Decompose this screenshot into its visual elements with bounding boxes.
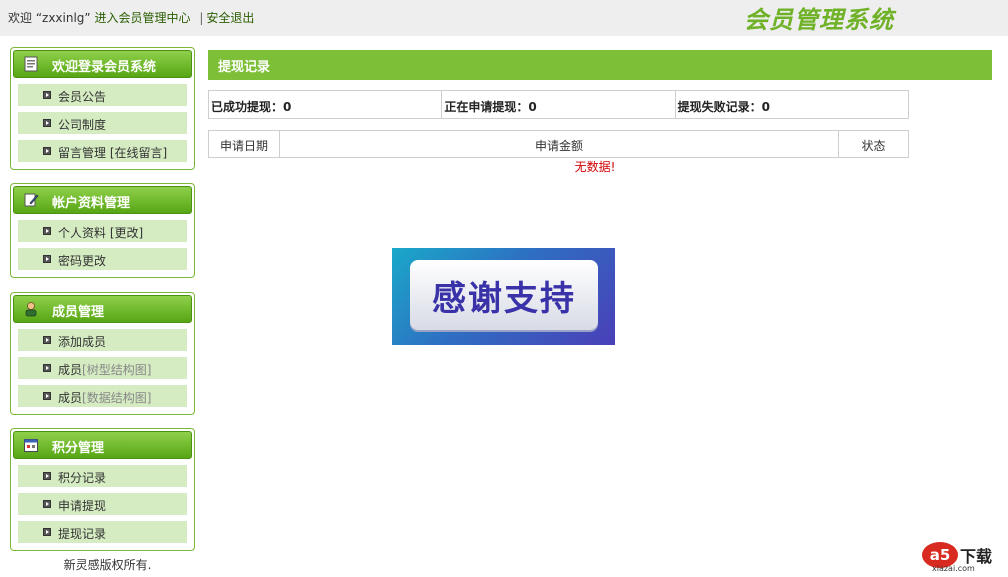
sidebar-item-label: 添加成员 xyxy=(58,335,107,349)
sidebar-item-messages[interactable]: 留言管理 [在线留言] xyxy=(18,140,187,162)
column-header-amount: 申请金额 xyxy=(280,131,839,157)
panel-account-title: 帐户资料管理 xyxy=(52,196,131,211)
page-header-bar: 提现记录 xyxy=(208,50,992,80)
arrow-bullet-icon xyxy=(43,472,51,480)
watermark-site: xiazai.com xyxy=(932,564,975,573)
panel-points-title: 积分管理 xyxy=(52,441,105,456)
arrow-bullet-icon xyxy=(43,528,51,536)
stat-success: 已成功提现：0 xyxy=(209,91,443,118)
welcome-text: 欢迎 “zxxinlg” xyxy=(8,11,91,25)
sidebar-item-label-extra: [树型结构图] xyxy=(82,363,152,377)
arrow-bullet-icon xyxy=(43,119,51,127)
panel-points-header: 积分管理 xyxy=(13,431,192,459)
logout-link[interactable]: 安全退出 xyxy=(206,11,254,25)
calendar-icon xyxy=(22,436,40,454)
empty-message: 无数据! xyxy=(574,160,616,174)
sidebar-item-add-member[interactable]: 添加成员 xyxy=(18,329,187,351)
thanks-banner-plate: 感谢支持 xyxy=(410,260,598,330)
sidebar-item-label: 成员[树型结构图] xyxy=(58,361,151,378)
column-header-date: 申请日期 xyxy=(209,131,280,157)
panel-account: 帐户资料管理 个人资料 [更改] 密码更改 xyxy=(10,183,195,278)
sidebar-item-announcements[interactable]: 会员公告 xyxy=(18,84,187,106)
panel-account-header: 帐户资料管理 xyxy=(13,186,192,214)
panel-welcome-header: 欢迎登录会员系统 xyxy=(13,50,192,78)
sidebar-item-member-data[interactable]: 成员[数据结构图] xyxy=(18,385,187,407)
arrow-bullet-icon xyxy=(43,500,51,508)
page-title: 提现记录 xyxy=(218,60,271,75)
sidebar-item-label: 个人资料 [更改] xyxy=(58,226,144,240)
arrow-bullet-icon xyxy=(43,227,51,235)
arrow-bullet-icon xyxy=(43,364,51,372)
top-bar: 欢迎 “zxxinlg” 进入会员管理中心 | 安全退出 会员管理系统 xyxy=(0,0,1008,36)
sidebar-item-company-policy[interactable]: 公司制度 xyxy=(18,112,187,134)
sidebar-item-label: 提现记录 xyxy=(58,527,107,541)
arrow-bullet-icon xyxy=(43,91,51,99)
welcome-line: 欢迎 “zxxinlg” 进入会员管理中心 | 安全退出 xyxy=(8,9,254,26)
sidebar-item-label-extra: [数据结构图] xyxy=(82,391,152,405)
column-header-status: 状态 xyxy=(861,139,886,153)
stat-pending: 正在申请提现：0 xyxy=(442,91,676,118)
brand-title: 会员管理系统 xyxy=(744,5,894,34)
panel-points: 积分管理 积分记录 申请提现 提现记录 xyxy=(10,428,195,551)
copyright-text: 新灵感版权所有. xyxy=(63,558,152,572)
user-icon xyxy=(22,300,40,318)
document-icon xyxy=(22,55,40,73)
sidebar-item-label-main: 成员 xyxy=(58,363,83,377)
sidebar-item-password[interactable]: 密码更改 xyxy=(18,248,187,270)
sidebar-item-points-records[interactable]: 积分记录 xyxy=(18,465,187,487)
sidebar-item-label: 积分记录 xyxy=(58,471,107,485)
arrow-bullet-icon xyxy=(43,255,51,263)
member-center-link[interactable]: 进入会员管理中心 xyxy=(94,11,190,25)
withdraw-stats: 已成功提现：0 正在申请提现：0 提现失败记录：0 xyxy=(208,90,909,119)
edit-icon xyxy=(22,191,40,209)
arrow-bullet-icon xyxy=(43,147,51,155)
panel-welcome-title: 欢迎登录会员系统 xyxy=(52,60,157,75)
sidebar-item-apply-withdraw[interactable]: 申请提现 xyxy=(18,493,187,515)
arrow-bullet-icon xyxy=(43,392,51,400)
sidebar-item-label: 留言管理 [在线留言] xyxy=(58,146,168,160)
sidebar-item-profile[interactable]: 个人资料 [更改] xyxy=(18,220,187,242)
records-table-header: 申请日期 申请金额 状态 xyxy=(208,130,909,158)
watermark-logo: a5 下载 xiazai.com xyxy=(920,540,1000,574)
sidebar-item-label: 成员[数据结构图] xyxy=(58,389,151,406)
panel-members-title: 成员管理 xyxy=(52,305,105,320)
stat-failed: 提现失败记录：0 xyxy=(677,100,771,114)
thanks-banner: 感谢支持 xyxy=(392,248,615,345)
separator: | xyxy=(199,11,204,25)
sidebar-item-label-main: 成员 xyxy=(58,391,83,405)
panel-members-header: 成员管理 xyxy=(13,295,192,323)
sidebar-item-label: 公司制度 xyxy=(58,118,107,132)
sidebar-item-withdraw-records[interactable]: 提现记录 xyxy=(18,521,187,543)
sidebar-item-label: 会员公告 xyxy=(58,90,107,104)
sidebar-item-label: 申请提现 xyxy=(58,499,107,513)
sidebar-item-member-tree[interactable]: 成员[树型结构图] xyxy=(18,357,187,379)
thanks-banner-text: 感谢支持 xyxy=(432,278,576,319)
sidebar-item-label: 密码更改 xyxy=(58,254,107,268)
panel-members: 成员管理 添加成员 成员[树型结构图] 成员[数据结构图] xyxy=(10,292,195,415)
arrow-bullet-icon xyxy=(43,336,51,344)
panel-welcome: 欢迎登录会员系统 会员公告 公司制度 留言管理 [在线留言] xyxy=(10,47,195,170)
